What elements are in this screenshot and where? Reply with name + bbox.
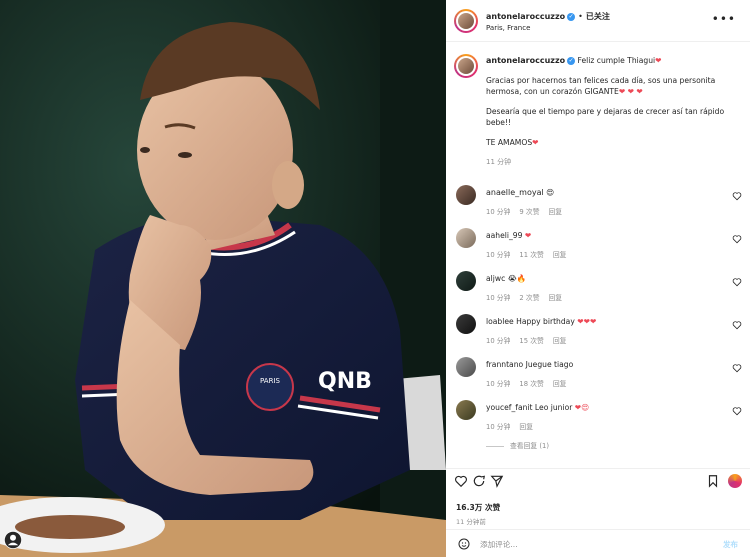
story-avatar-icon[interactable]	[728, 474, 742, 488]
comment-time: 10 分钟	[486, 294, 511, 302]
like-comment-heart-icon[interactable]	[732, 234, 742, 244]
caption-paragraph-1: Gracias por hacernos tan felices cada dí…	[486, 76, 716, 96]
reply-button[interactable]: 回复	[549, 208, 563, 216]
comment-text: 😍	[546, 188, 555, 197]
save-bookmark-icon[interactable]	[706, 474, 720, 488]
commenter-avatar[interactable]	[456, 400, 476, 420]
comment-bubble-icon[interactable]	[472, 474, 486, 488]
heart-emoji-icon: ❤	[532, 138, 539, 147]
profile-chip-icon[interactable]	[4, 531, 22, 549]
post-header: antonelaroccuzzo ✓ • 已关注 Paris, France •••	[446, 0, 750, 42]
post-detail-panel: antonelaroccuzzo ✓ • 已关注 Paris, France ••• …	[446, 0, 750, 557]
comments-scroll-area[interactable]: antonelaroccuzzo ✓ Feliz cumple Thiagui ❤ …	[446, 43, 750, 468]
commenter-avatar[interactable]	[456, 314, 476, 334]
post-photo-illustration: PARIS QNB	[0, 0, 446, 557]
like-comment-heart-icon[interactable]	[732, 363, 742, 373]
emoji-picker-icon[interactable]	[458, 538, 470, 550]
caption-timestamp: 11 分钟	[486, 158, 512, 166]
heart-emoji-icon: ❤ ❤ ❤	[618, 87, 643, 96]
poster-username[interactable]: antonelaroccuzzo	[486, 12, 565, 21]
verified-icon: ✓	[567, 12, 576, 21]
comment-time: 10 分钟	[486, 337, 511, 345]
commenter-username[interactable]: youcef_fanit	[486, 403, 533, 412]
caption-paragraph-3: TE AMAMOS	[486, 138, 533, 147]
poster-avatar[interactable]	[454, 9, 478, 33]
commenter-username[interactable]: aaheli_99	[486, 231, 522, 240]
like-heart-icon[interactable]	[454, 474, 468, 488]
commenter-avatar[interactable]	[456, 185, 476, 205]
comment-row: loablee Happy birthday ❤❤❤ 10 分钟 15 次赞 回复	[446, 314, 750, 357]
post-age: 11 分钟前	[456, 518, 486, 526]
separator-dot: •	[578, 12, 583, 21]
replies-divider	[486, 445, 504, 447]
verified-icon: ✓	[567, 57, 576, 65]
comment-time: 10 分钟	[486, 423, 511, 431]
share-paper-plane-icon[interactable]	[490, 474, 504, 488]
comment-emoji: ❤❤❤	[577, 317, 597, 326]
like-comment-heart-icon[interactable]	[732, 406, 742, 416]
add-comment-bar: 添加评论... 发布	[446, 529, 750, 557]
commenter-username[interactable]: anaelle_moyal	[486, 188, 544, 197]
commenter-username[interactable]: aljwc	[486, 274, 505, 283]
post-photo[interactable]: PARIS QNB	[0, 0, 446, 557]
sponsor-text: QNB	[318, 369, 372, 394]
commenter-avatar[interactable]	[456, 271, 476, 291]
caption-avatar[interactable]	[454, 54, 478, 78]
comment-text: Happy birthday	[516, 317, 575, 326]
caption-username[interactable]: antonelaroccuzzo	[486, 56, 565, 65]
commenter-avatar[interactable]	[456, 357, 476, 377]
comment-likes[interactable]: 9 次赞	[519, 208, 539, 216]
comment-text: ❤	[524, 231, 532, 240]
heart-emoji-icon: ❤	[655, 56, 662, 65]
comment-text: Leo junior	[534, 403, 573, 412]
header-title-row: antonelaroccuzzo ✓ • 已关注	[486, 11, 610, 22]
more-options-icon[interactable]: •••	[712, 12, 736, 26]
reply-button[interactable]: 回复	[549, 294, 563, 302]
comment-row: franntano Juegue tiago 10 分钟 18 次赞 回复	[446, 357, 750, 400]
post-actions-bar: 16.3万 次赞 11 分钟前	[446, 468, 750, 526]
comment-time: 10 分钟	[486, 380, 511, 388]
comment-time: 10 分钟	[486, 251, 511, 259]
post-caption: antonelaroccuzzo ✓ Feliz cumple Thiagui ❤ …	[486, 55, 736, 177]
reply-button[interactable]: 回复	[519, 423, 533, 431]
commenter-username[interactable]: franntano	[486, 360, 523, 369]
comment-row: aljwc 😭🔥 10 分钟 2 次赞 回复	[446, 271, 750, 314]
club-badge-text: PARIS	[260, 377, 280, 385]
commenter-avatar[interactable]	[456, 228, 476, 248]
comment-text: Juegue tiago	[525, 360, 574, 369]
comment-likes[interactable]: 11 次赞	[519, 251, 543, 259]
caption-title: Feliz cumple Thiagui	[577, 56, 656, 65]
like-comment-heart-icon[interactable]	[732, 191, 742, 201]
reply-button[interactable]: 回复	[553, 337, 567, 345]
comment-row: anaelle_moyal 😍 10 分钟 9 次赞 回复	[446, 185, 750, 228]
comment-row: aaheli_99 ❤ 10 分钟 11 次赞 回复	[446, 228, 750, 271]
caption-paragraph-2: Desearía que el tiempo pare y dejaras de…	[486, 107, 725, 127]
comment-likes[interactable]: 15 次赞	[519, 337, 543, 345]
commenter-username[interactable]: loablee	[486, 317, 514, 326]
like-comment-heart-icon[interactable]	[732, 320, 742, 330]
like-comment-heart-icon[interactable]	[732, 277, 742, 287]
comment-emoji: ❤😍	[574, 403, 590, 412]
comment-input[interactable]: 添加评论...	[480, 539, 518, 550]
comment-text: 😭🔥	[507, 274, 527, 283]
reply-button[interactable]: 回复	[553, 380, 567, 388]
reply-button[interactable]: 回复	[553, 251, 567, 259]
likes-count[interactable]: 16.3万 次赞	[456, 502, 500, 513]
comment-time: 10 分钟	[486, 208, 511, 216]
post-location[interactable]: Paris, France	[486, 24, 530, 32]
post-comment-button[interactable]: 发布	[723, 539, 738, 550]
comment-likes[interactable]: 2 次赞	[519, 294, 539, 302]
instagram-post-view: PARIS QNB antonelaroccuzzo ✓ • 已关注 Paris…	[0, 0, 750, 557]
comment-row: youcef_fanit Leo junior ❤😍 10 分钟 回复	[446, 400, 750, 443]
view-replies-label: 查看回复 (1)	[510, 442, 549, 450]
view-replies-button[interactable]: 查看回复 (1)	[486, 440, 549, 450]
comment-likes[interactable]: 18 次赞	[519, 380, 543, 388]
follow-status-button[interactable]: 已关注	[586, 12, 610, 21]
